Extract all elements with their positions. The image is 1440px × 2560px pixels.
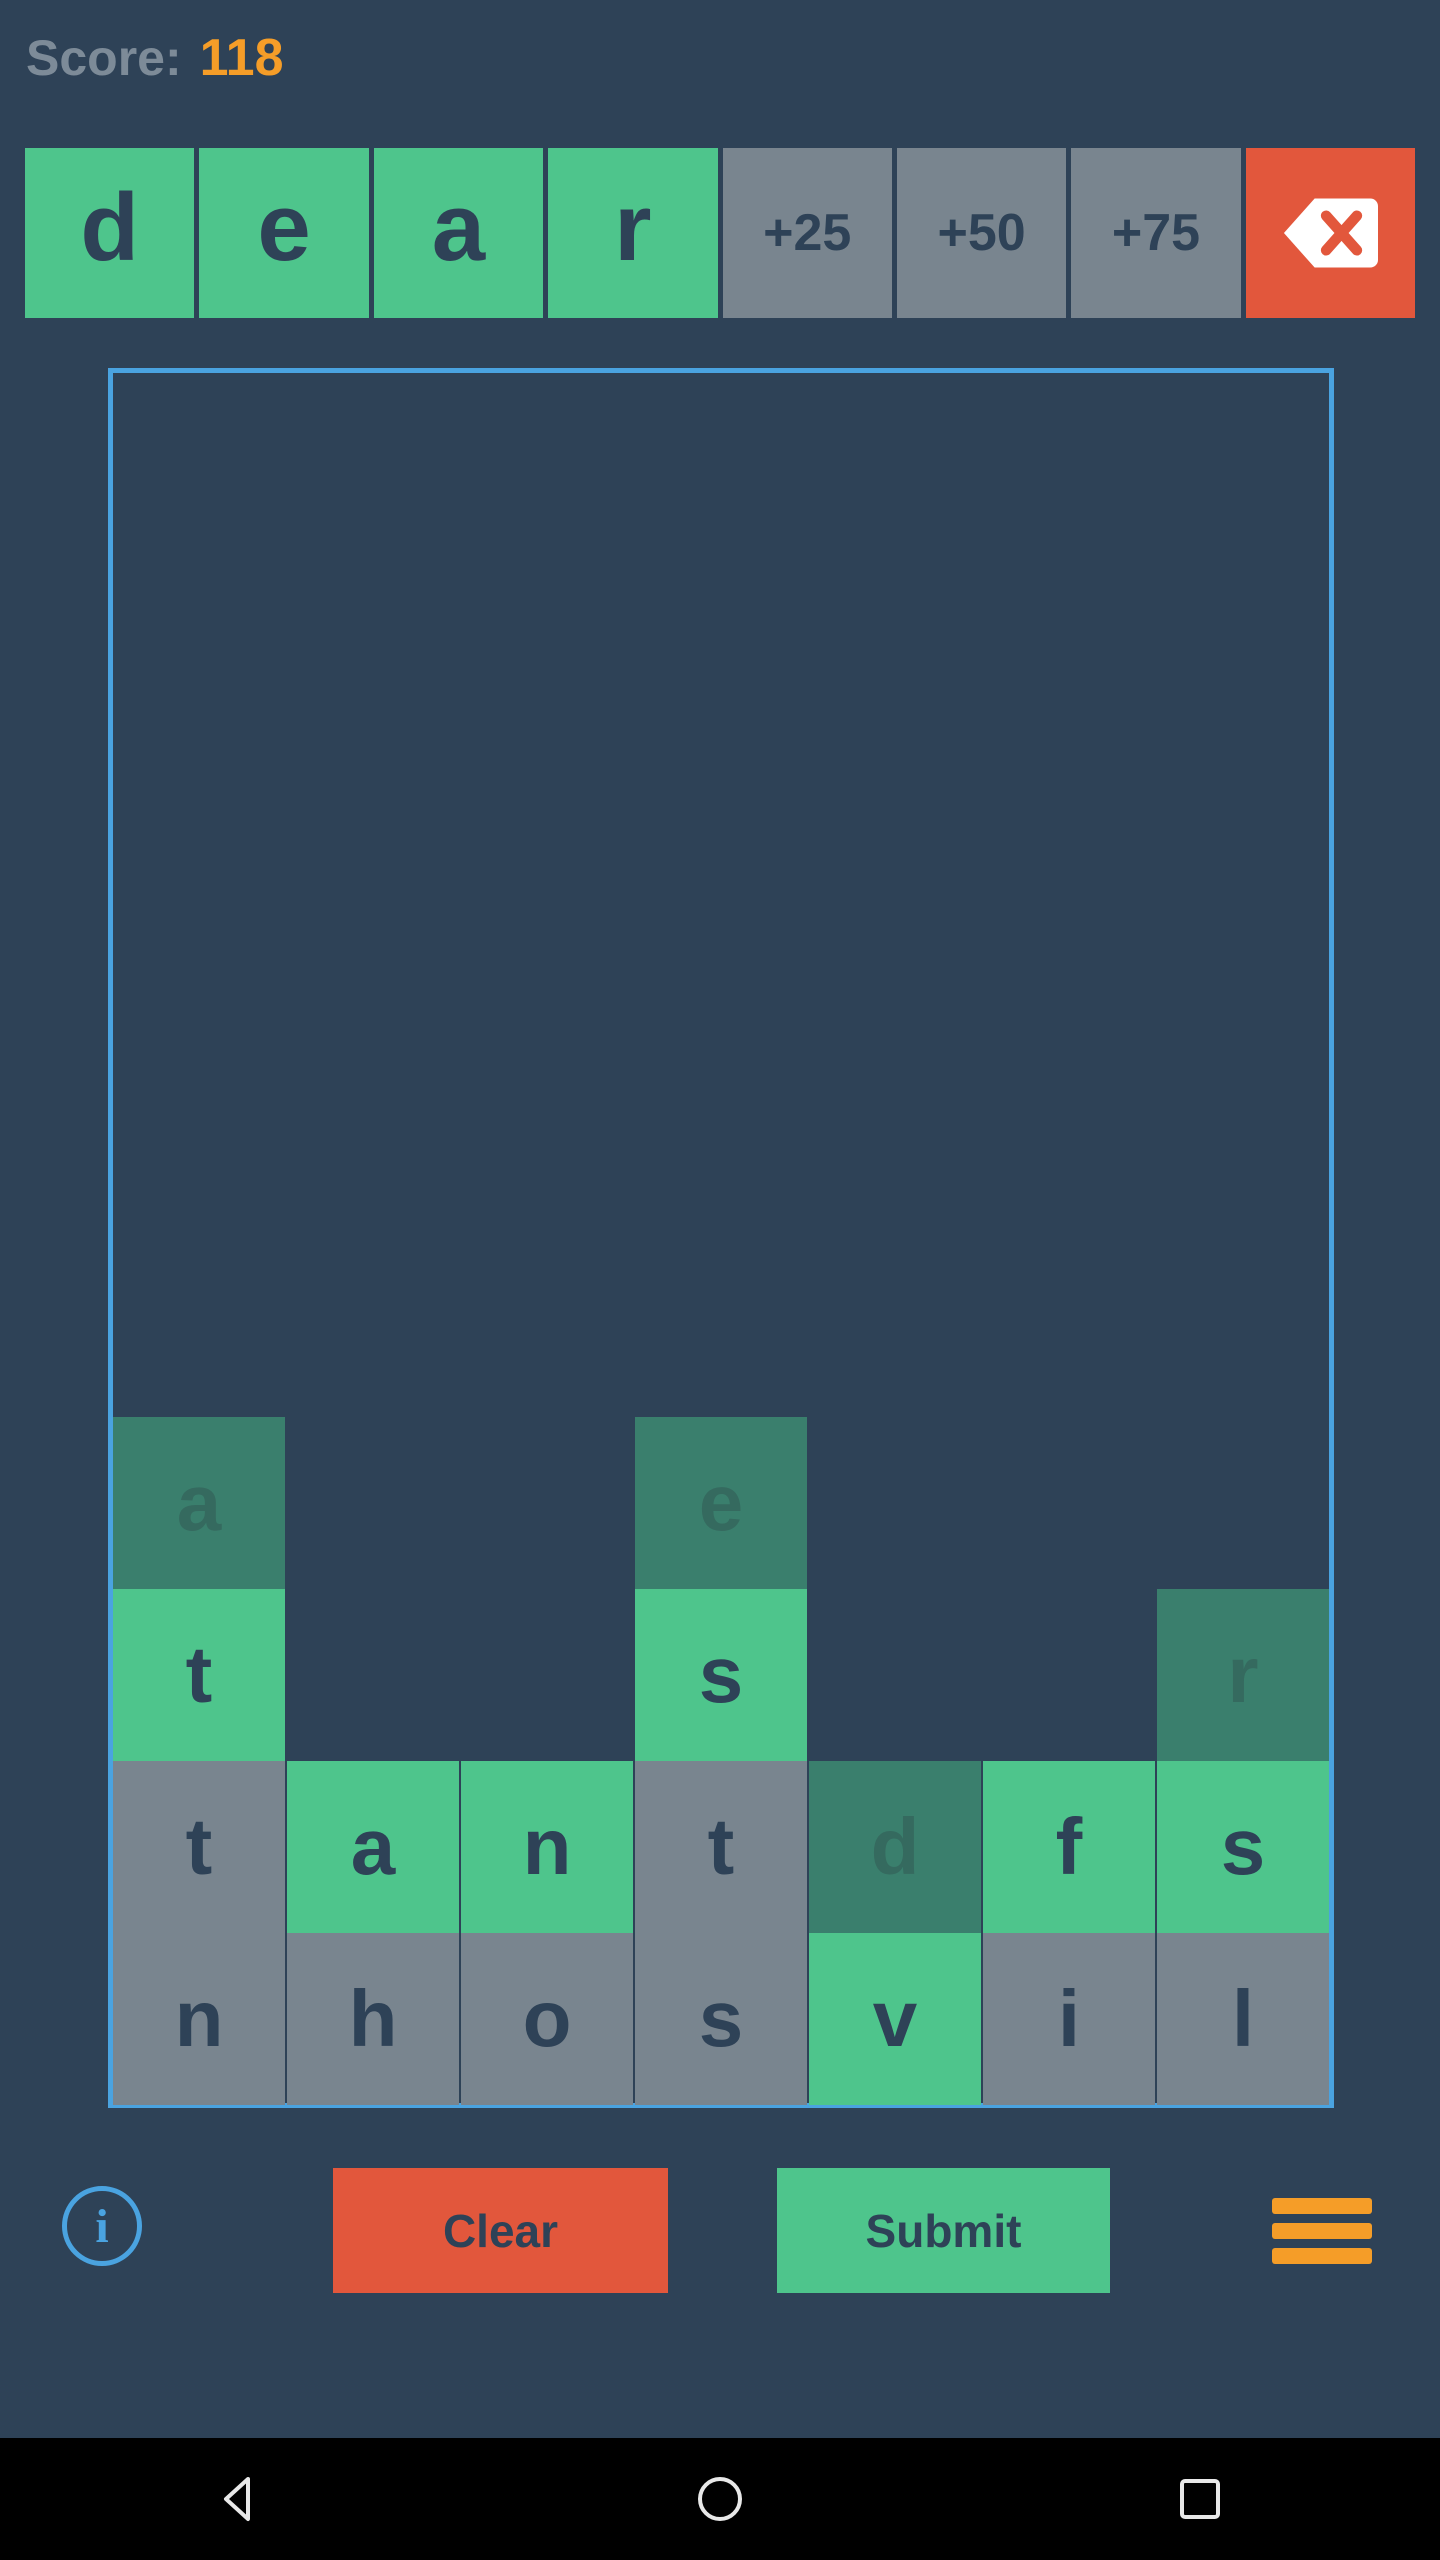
grid-letter-tile[interactable]: t (113, 1761, 285, 1933)
grid-letter-tile[interactable]: f (983, 1761, 1155, 1933)
grid-letter-tile[interactable]: o (461, 1933, 633, 2105)
action-bar: i Clear Submit (0, 2168, 1440, 2318)
grid-cell-empty (461, 1589, 633, 1761)
menu-line (1272, 2223, 1372, 2239)
circle-home-icon[interactable] (688, 2467, 752, 2531)
grid-letter-tile[interactable]: n (461, 1761, 633, 1933)
menu-line (1272, 2248, 1372, 2264)
grid-row: tantdfs (113, 1759, 1329, 1933)
score-value: 118 (199, 29, 284, 87)
grid-row: tsr (113, 1587, 1329, 1761)
grid-letter-tile[interactable]: v (809, 1933, 981, 2105)
grid-letter-tile[interactable]: r (1157, 1589, 1329, 1761)
grid-cell-empty (287, 1417, 459, 1589)
tray-letter-tile[interactable]: d (25, 148, 195, 318)
tray-letter-tile[interactable]: e (199, 148, 369, 318)
grid-row: ae (113, 1415, 1329, 1589)
grid-cell-empty (287, 1589, 459, 1761)
score-bar: Score: 118 (26, 28, 284, 88)
menu-line (1272, 2198, 1372, 2214)
game-board: aetsrtantdfsnhosvil (108, 368, 1334, 2108)
clear-button[interactable]: Clear (333, 2168, 668, 2293)
grid-letter-tile[interactable]: e (635, 1417, 807, 1589)
grid-letter-tile[interactable]: s (1157, 1761, 1329, 1933)
tray-bonus-tile[interactable]: +75 (1071, 148, 1241, 318)
grid-letter-tile[interactable]: s (635, 1589, 807, 1761)
grid-cell-empty (809, 1417, 981, 1589)
grid-letter-tile[interactable]: i (983, 1933, 1155, 2105)
android-navbar (0, 2438, 1440, 2560)
grid-letter-tile[interactable]: h (287, 1933, 459, 2105)
grid-letter-tile[interactable]: t (635, 1761, 807, 1933)
tray-letter-tile[interactable]: r (548, 148, 718, 318)
info-glyph: i (95, 2199, 109, 2253)
grid-letter-tile[interactable]: a (113, 1417, 285, 1589)
submit-button[interactable]: Submit (777, 2168, 1110, 2293)
grid-letter-tile[interactable]: t (113, 1589, 285, 1761)
grid-letter-tile[interactable]: l (1157, 1933, 1329, 2105)
backspace-delete-icon[interactable] (1245, 148, 1415, 318)
grid-cell-empty (983, 1589, 1155, 1761)
grid-cell-empty (983, 1417, 1155, 1589)
grid-cell-empty (809, 1589, 981, 1761)
tray-letter-tile[interactable]: a (373, 148, 544, 318)
tray-bonus-tile[interactable]: +50 (896, 148, 1067, 318)
grid-letter-tile[interactable]: s (635, 1933, 807, 2105)
grid-cell-empty (1157, 1417, 1329, 1589)
triangle-back-icon[interactable] (208, 2467, 272, 2531)
grid-letter-tile[interactable]: d (809, 1761, 981, 1933)
word-tray: d e a r +25 +50 +75 (25, 148, 1415, 318)
grid-letter-tile[interactable]: n (113, 1933, 285, 2105)
grid-cell-empty (461, 1417, 633, 1589)
info-circle-icon[interactable]: i (62, 2186, 142, 2266)
hamburger-menu-icon[interactable] (1272, 2198, 1372, 2264)
grid-letter-tile[interactable]: a (287, 1761, 459, 1933)
tray-bonus-tile[interactable]: +25 (722, 148, 892, 318)
grid-row: nhosvil (113, 1931, 1329, 2105)
letter-grid: aetsrtantdfsnhosvil (113, 1415, 1329, 2105)
score-label: Score: (26, 30, 182, 86)
game-screen: Score: 118 d e a r +25 +50 +75 aetsrtantdfsnho… (0, 0, 1440, 2560)
square-recents-icon[interactable] (1168, 2467, 1232, 2531)
